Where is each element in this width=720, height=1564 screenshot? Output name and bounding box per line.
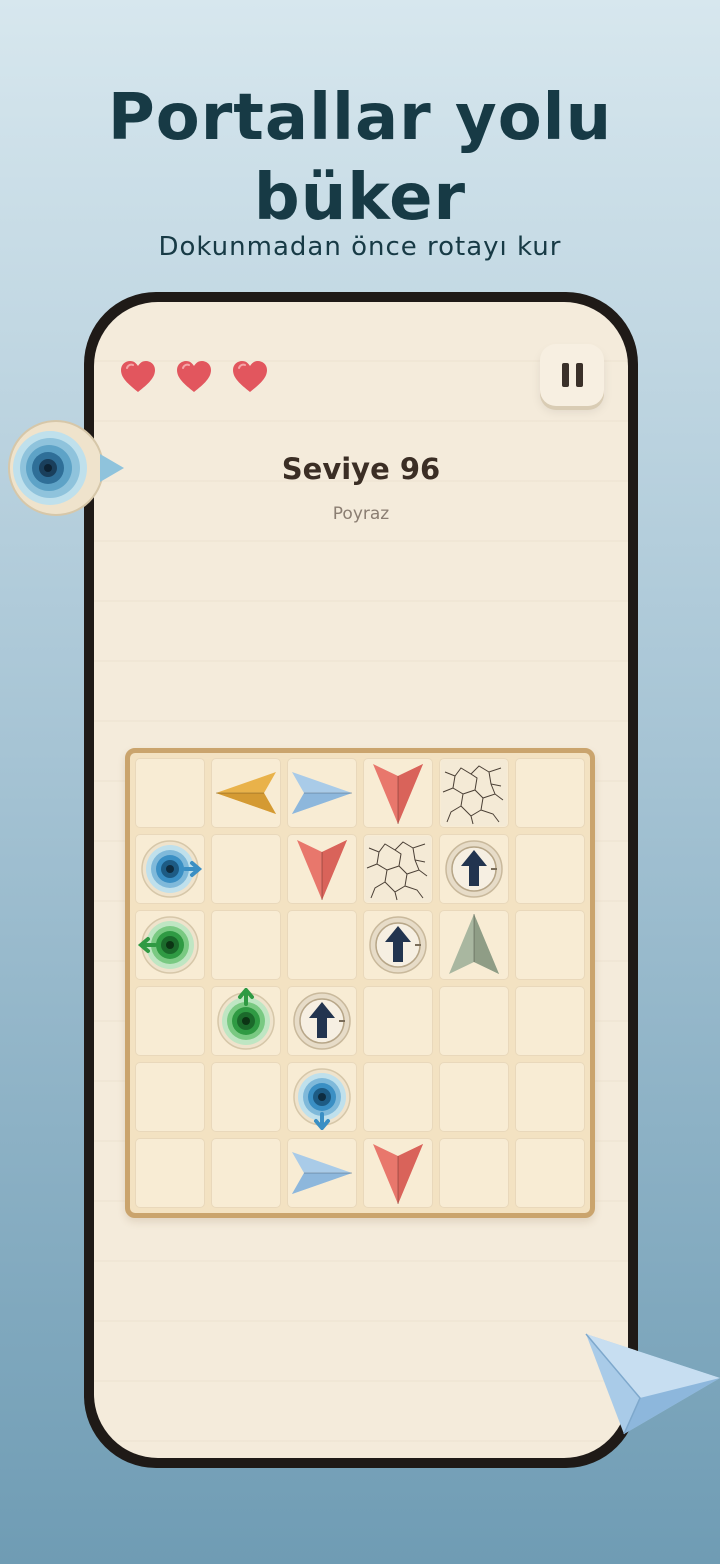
board-cell-empty[interactable]: [211, 834, 281, 904]
pause-icon: [575, 363, 583, 387]
board-cell-empty[interactable]: [439, 1062, 509, 1132]
board-cell-empty[interactable]: [439, 986, 509, 1056]
promo-headline: Portallar yolu büker: [0, 78, 720, 238]
board-cell-empty[interactable]: [135, 1062, 205, 1132]
heart-icon: [233, 361, 267, 392]
board-cell-arrow-up-tile[interactable]: [439, 834, 509, 904]
board-cell-arrow-up-tile[interactable]: [363, 910, 433, 980]
board-cell-empty[interactable]: [363, 1062, 433, 1132]
arrow-up-tile-icon: [369, 916, 427, 974]
board-cell-empty[interactable]: [515, 758, 585, 828]
board-cell-empty[interactable]: [439, 1138, 509, 1208]
plane-red-down-icon: [373, 764, 423, 824]
board-cell-plane-yellow-left[interactable]: [211, 758, 281, 828]
game-board: [125, 748, 595, 1218]
board-cell-empty[interactable]: [135, 986, 205, 1056]
game-screen: Seviye 96 Poyraz: [94, 302, 628, 1458]
promo-subtitle: Dokunmadan önce rotayı kur: [158, 232, 562, 262]
plane-red-down-icon: [373, 1144, 423, 1204]
board-cell-empty[interactable]: [515, 910, 585, 980]
heart-icon: [177, 361, 211, 392]
pause-button[interactable]: [540, 344, 604, 406]
plane-gray-up-icon: [449, 914, 499, 974]
board-cell-plane-blue-right[interactable]: [287, 1138, 357, 1208]
board-cell-empty[interactable]: [211, 1062, 281, 1132]
board-grid: [135, 758, 585, 1208]
board-cell-empty[interactable]: [515, 1062, 585, 1132]
board-cell-empty[interactable]: [515, 1138, 585, 1208]
cracked-icon: [365, 836, 431, 902]
board-cell-portal-green-left[interactable]: [135, 910, 205, 980]
promo-headline-line2: büker: [253, 161, 467, 235]
board-cell-plane-red-down[interactable]: [363, 758, 433, 828]
plane-red-down-icon: [297, 840, 347, 900]
board-cell-plane-red-down[interactable]: [363, 1138, 433, 1208]
board-cell-empty[interactable]: [515, 986, 585, 1056]
board-cell-plane-blue-right[interactable]: [287, 758, 357, 828]
board-cell-plane-gray-up[interactable]: [439, 910, 509, 980]
board-cell-empty[interactable]: [363, 986, 433, 1056]
plane-blue-right-icon: [292, 1152, 352, 1194]
promo-headline-line1: Portallar yolu: [107, 81, 613, 155]
plane-blue-right-icon: [292, 772, 352, 814]
board-cell-portal-blue-right[interactable]: [135, 834, 205, 904]
arrow-up-tile-icon: [445, 840, 503, 898]
portal-green-left-icon: [137, 916, 199, 974]
portal-decoration-icon: [8, 420, 124, 516]
arrow-up-tile-icon: [293, 992, 351, 1050]
board-cell-empty[interactable]: [135, 758, 205, 828]
heart-icon: [121, 361, 155, 392]
board-cell-cracked[interactable]: [439, 758, 509, 828]
board-cell-empty[interactable]: [211, 910, 281, 980]
pause-icon: [561, 363, 569, 387]
board-cell-empty[interactable]: [135, 1138, 205, 1208]
cracked-icon: [441, 760, 507, 826]
portal-green-up-icon: [217, 988, 275, 1050]
portal-blue-right-icon: [141, 840, 203, 898]
board-cell-arrow-up-tile[interactable]: [287, 986, 357, 1056]
phone-frame: Seviye 96 Poyraz: [84, 292, 638, 1468]
portal-blue-down-icon: [293, 1068, 351, 1130]
board-cell-cracked[interactable]: [363, 834, 433, 904]
board-cell-empty[interactable]: [515, 834, 585, 904]
lives-indicator: [120, 360, 268, 394]
paper-plane-decoration-icon: [585, 1333, 720, 1435]
board-cell-empty[interactable]: [211, 1138, 281, 1208]
board-cell-empty[interactable]: [287, 910, 357, 980]
level-title: Seviye 96: [281, 452, 441, 486]
plane-yellow-left-icon: [216, 772, 276, 814]
board-cell-portal-green-up[interactable]: [211, 986, 281, 1056]
board-cell-plane-red-down[interactable]: [287, 834, 357, 904]
level-subtitle: Poyraz: [332, 504, 390, 524]
board-cell-portal-blue-down[interactable]: [287, 1062, 357, 1132]
